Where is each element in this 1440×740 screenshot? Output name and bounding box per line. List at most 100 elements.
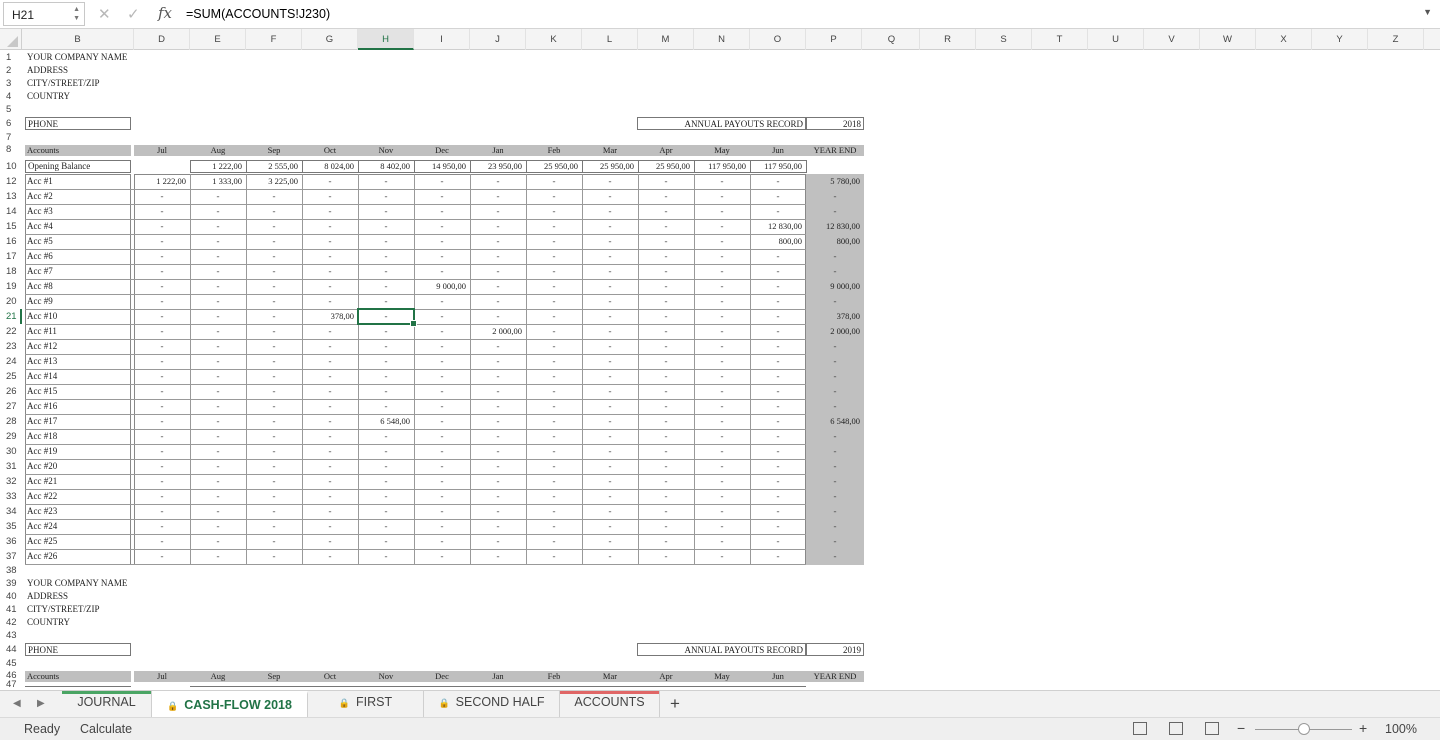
account-cell[interactable]: -: [302, 325, 358, 338]
account-cell[interactable]: -: [190, 430, 246, 443]
account-cell[interactable]: -: [190, 355, 246, 368]
account-cell[interactable]: -: [302, 520, 358, 533]
row-header-22[interactable]: 22: [0, 324, 22, 339]
account-cell[interactable]: -: [694, 550, 750, 563]
account-cell[interactable]: -: [694, 385, 750, 398]
account-cell[interactable]: -: [526, 385, 582, 398]
column-header-m[interactable]: M: [638, 29, 694, 50]
row-header-44[interactable]: 44: [0, 642, 22, 657]
account-cell[interactable]: -: [694, 340, 750, 353]
account-cell[interactable]: -: [638, 265, 694, 278]
account-cell[interactable]: -: [414, 460, 470, 473]
account-cell[interactable]: -: [526, 535, 582, 548]
account-cell[interactable]: -: [134, 430, 190, 443]
account-cell[interactable]: -: [750, 340, 806, 353]
account-cell[interactable]: -: [638, 190, 694, 203]
account-cell[interactable]: -: [638, 505, 694, 518]
account-cell[interactable]: -: [694, 505, 750, 518]
account-cell[interactable]: -: [582, 205, 638, 218]
account-cell[interactable]: -: [694, 535, 750, 548]
account-cell[interactable]: -: [638, 550, 694, 563]
account-cell[interactable]: -: [750, 430, 806, 443]
account-cell[interactable]: -: [190, 325, 246, 338]
account-cell[interactable]: -: [190, 280, 246, 293]
account-cell[interactable]: -: [750, 295, 806, 308]
row-header-4[interactable]: 4: [0, 90, 22, 103]
account-cell[interactable]: -: [470, 295, 526, 308]
account-cell[interactable]: -: [638, 220, 694, 233]
account-cell[interactable]: -: [526, 340, 582, 353]
account-cell[interactable]: -: [582, 325, 638, 338]
account-cell[interactable]: -: [638, 430, 694, 443]
account-cell[interactable]: -: [134, 235, 190, 248]
account-cell[interactable]: -: [526, 280, 582, 293]
account-cell[interactable]: -: [582, 175, 638, 188]
account-cell[interactable]: -: [694, 400, 750, 413]
account-cell[interactable]: -: [638, 520, 694, 533]
account-cell[interactable]: -: [358, 400, 414, 413]
account-cell[interactable]: -: [582, 265, 638, 278]
row-header-17[interactable]: 17: [0, 249, 22, 264]
account-cell[interactable]: -: [694, 475, 750, 488]
opening-balance-cell[interactable]: 8 402,00: [358, 160, 415, 173]
account-cell[interactable]: -: [134, 535, 190, 548]
account-cell[interactable]: -: [638, 205, 694, 218]
account-cell[interactable]: -: [526, 190, 582, 203]
account-cell[interactable]: -: [582, 340, 638, 353]
account-cell[interactable]: -: [134, 295, 190, 308]
row-header-25[interactable]: 25: [0, 369, 22, 384]
account-cell[interactable]: -: [358, 520, 414, 533]
account-cell[interactable]: -: [302, 460, 358, 473]
account-cell[interactable]: -: [470, 550, 526, 563]
account-cell[interactable]: -: [638, 370, 694, 383]
column-header-h[interactable]: H: [358, 29, 414, 50]
confirm-icon[interactable]: ✓: [127, 5, 140, 23]
account-cell[interactable]: 12 830,00: [750, 220, 806, 233]
account-cell[interactable]: -: [302, 505, 358, 518]
account-cell[interactable]: -: [526, 175, 582, 188]
account-cell[interactable]: -: [190, 400, 246, 413]
account-cell[interactable]: -: [470, 445, 526, 458]
account-cell[interactable]: -: [358, 175, 414, 188]
account-cell[interactable]: -: [750, 280, 806, 293]
account-cell[interactable]: -: [358, 430, 414, 443]
account-cell[interactable]: -: [582, 220, 638, 233]
account-cell[interactable]: -: [246, 340, 302, 353]
account-cell[interactable]: -: [302, 340, 358, 353]
account-cell[interactable]: -: [302, 175, 358, 188]
account-cell[interactable]: -: [414, 415, 470, 428]
account-cell[interactable]: -: [526, 220, 582, 233]
column-header-l[interactable]: L: [582, 29, 638, 50]
row-header-38[interactable]: 38: [0, 564, 22, 577]
account-cell[interactable]: -: [526, 355, 582, 368]
next-sheet-icon[interactable]: ▶: [37, 698, 45, 709]
opening-balance-cell[interactable]: 25 950,00: [526, 160, 583, 173]
account-cell[interactable]: -: [358, 535, 414, 548]
account-cell[interactable]: -: [134, 325, 190, 338]
account-cell[interactable]: -: [190, 295, 246, 308]
column-header-v[interactable]: V: [1144, 29, 1200, 50]
account-cell[interactable]: -: [526, 370, 582, 383]
account-cell[interactable]: -: [470, 385, 526, 398]
account-cell[interactable]: -: [246, 205, 302, 218]
account-cell[interactable]: -: [414, 445, 470, 458]
account-cell[interactable]: -: [526, 400, 582, 413]
column-header-a[interactable]: A: [1424, 29, 1440, 50]
row-header-33[interactable]: 33: [0, 489, 22, 504]
account-cell[interactable]: 6 548,00: [358, 415, 414, 428]
opening-balance-cell[interactable]: 1 222,00: [190, 160, 247, 173]
account-cell[interactable]: -: [750, 265, 806, 278]
row-header-16[interactable]: 16: [0, 234, 22, 249]
account-cell[interactable]: -: [246, 445, 302, 458]
column-header-e[interactable]: E: [190, 29, 246, 50]
row-header-26[interactable]: 26: [0, 384, 22, 399]
account-cell[interactable]: -: [358, 445, 414, 458]
account-cell[interactable]: -: [302, 415, 358, 428]
column-header-i[interactable]: I: [414, 29, 470, 50]
account-cell[interactable]: -: [302, 490, 358, 503]
account-cell[interactable]: -: [750, 175, 806, 188]
account-cell[interactable]: -: [582, 295, 638, 308]
previous-sheet-icon[interactable]: ◀: [13, 698, 21, 709]
account-cell[interactable]: -: [750, 550, 806, 563]
account-cell[interactable]: -: [358, 205, 414, 218]
